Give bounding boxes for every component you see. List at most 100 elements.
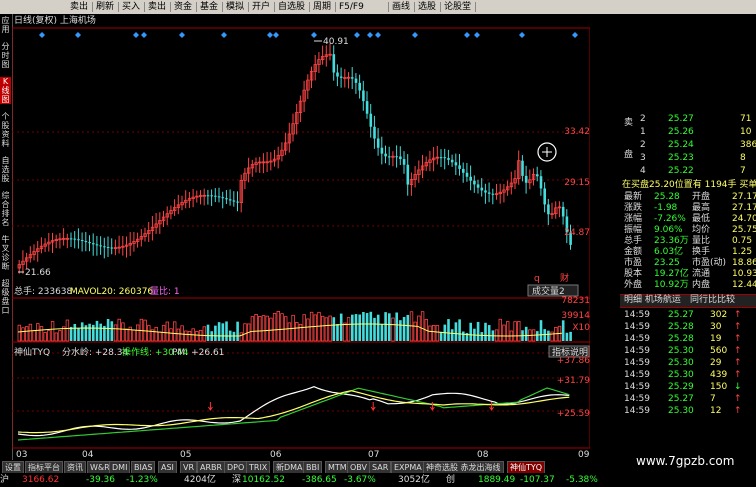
stat-value: 27.17 xyxy=(732,203,756,213)
toolbar-item[interactable]: 资金 xyxy=(174,1,192,13)
detail-tab[interactable]: 同行比比较 xyxy=(690,295,735,306)
tick-volume: 19 xyxy=(710,334,722,344)
status-item: 3166.62 xyxy=(22,475,60,485)
candle-body xyxy=(373,126,376,139)
candle-body xyxy=(106,247,110,249)
candle-body xyxy=(362,90,365,102)
stat-value: 12.44万 xyxy=(732,280,756,290)
tick-time: 14:59 xyxy=(624,406,650,416)
volume-bar xyxy=(269,317,273,342)
volume-bar xyxy=(505,321,510,342)
month-label: 04 xyxy=(82,450,94,460)
toolbar-item[interactable]: 画线 xyxy=(392,1,410,13)
left-nav-item[interactable]: 超级盘口 xyxy=(0,279,11,315)
volume-bar xyxy=(261,315,266,342)
detail-tabs: 明细 机场航运 同行比比较 xyxy=(620,294,756,308)
up-arrow-icon: ↑ xyxy=(734,346,742,356)
toolbar-item[interactable]: 开户 xyxy=(252,1,270,13)
volume-bar xyxy=(565,332,569,341)
candle-body xyxy=(84,240,88,243)
toolbar-separator xyxy=(440,2,441,12)
left-nav-item[interactable]: K线图 xyxy=(0,77,11,104)
up-arrow-icon: ↑ xyxy=(734,334,742,344)
stat-key: 股本 xyxy=(624,269,643,279)
month-label: 03 xyxy=(16,450,27,460)
book-price: 25.26 xyxy=(668,127,694,137)
toolbar-separator xyxy=(335,2,336,12)
candle-body xyxy=(103,246,106,248)
volume-bar xyxy=(158,331,162,342)
status-item: 深 xyxy=(232,475,242,485)
tick-price: 25.27 xyxy=(668,394,694,404)
kline-chart-svg[interactable]: 日线(复权) 上海机场 40.91 21.66 33.42 29.15 24.87 q 财总手… xyxy=(11,14,591,460)
volume-bar xyxy=(73,323,77,341)
volume-bar xyxy=(24,326,29,342)
volume-bar xyxy=(154,326,158,342)
volume-bar xyxy=(413,321,417,342)
toolbar-item[interactable]: 选股 xyxy=(418,1,436,13)
volume-bar xyxy=(550,331,554,342)
toolbar-item[interactable]: 刷新 xyxy=(96,1,114,13)
toolbar-item[interactable]: F5/F9 xyxy=(339,1,364,13)
candle-body xyxy=(458,165,461,169)
left-nav-item[interactable]: 分时图 xyxy=(0,42,11,69)
status-item: -39.36 xyxy=(86,475,116,485)
candle-body xyxy=(443,157,447,159)
left-nav-item[interactable]: 牛叉诊断 xyxy=(0,235,11,271)
tick-time: 14:59 xyxy=(624,394,650,404)
stat-value: 18.86 xyxy=(732,258,756,268)
volume-bar xyxy=(402,316,406,341)
volume-bar xyxy=(561,320,565,341)
candle-body xyxy=(236,201,239,203)
finance-mark: 财 xyxy=(560,272,569,284)
toolbar-item[interactable]: 论股堂 xyxy=(444,1,471,13)
marker-diamond xyxy=(354,32,360,38)
status-item: 1889.49 xyxy=(478,475,516,485)
volume-type-button: 成交量2 xyxy=(532,285,565,297)
volume-bar xyxy=(124,328,129,342)
volume-bar xyxy=(431,324,436,342)
toolbar-item[interactable]: 卖出 xyxy=(70,1,88,13)
candle-body xyxy=(358,82,361,91)
stat-value: 23.25 xyxy=(654,258,680,268)
stat-value: 0.75 xyxy=(732,236,753,246)
volume-bar xyxy=(99,323,102,341)
stat-key: 量比 xyxy=(692,236,711,246)
volume-bar xyxy=(328,315,332,342)
left-nav-item[interactable]: 个股资料 xyxy=(0,112,11,148)
left-nav-item[interactable]: 应用 xyxy=(0,16,11,34)
detail-tab[interactable]: 明细 机场航运 xyxy=(624,295,681,306)
up-arrow-icon: ↑ xyxy=(734,322,742,332)
toolbar-item[interactable]: 卖出 xyxy=(148,1,166,13)
candle-body xyxy=(561,206,565,217)
stat-value: 10.93亿 xyxy=(732,269,756,279)
candle-body xyxy=(388,156,391,158)
tick-volume: 29 xyxy=(710,358,722,368)
book-volume: 7 xyxy=(740,166,746,176)
stat-key: 市盈 xyxy=(624,258,643,268)
volume-total: 总手: 233638 xyxy=(14,285,73,297)
toolbar-item[interactable]: 周期 xyxy=(313,1,331,13)
toolbar-item[interactable]: 买入 xyxy=(122,1,140,13)
left-nav-item[interactable]: 综合排名 xyxy=(0,191,11,227)
volume-bar xyxy=(28,323,33,342)
marker-diamond xyxy=(474,32,480,38)
volume-bar xyxy=(536,331,539,341)
month-label: 08 xyxy=(477,450,489,460)
candle-body xyxy=(439,157,443,159)
toolbar-item[interactable]: 自选股 xyxy=(278,1,305,13)
volume-bar xyxy=(184,330,188,342)
chart-area[interactable]: 日线(复权) 上海机场 40.91 21.66 33.42 29.15 24.87 q 财总手… xyxy=(11,14,591,460)
book-level: 2 xyxy=(640,140,646,150)
candle-body xyxy=(465,172,469,177)
marker-diamond xyxy=(412,32,418,38)
candle-body xyxy=(487,192,491,194)
stat-value: 24.70 xyxy=(732,214,756,224)
candle-body xyxy=(88,242,91,244)
toolbar-item[interactable]: 模拟 xyxy=(226,1,244,13)
left-nav-item[interactable]: 自选股 xyxy=(0,156,11,183)
tick-time: 14:59 xyxy=(624,334,650,344)
stat-value: -1.98 xyxy=(654,203,678,213)
marker-diamond xyxy=(519,32,525,38)
toolbar-item[interactable]: 基金 xyxy=(200,1,218,13)
